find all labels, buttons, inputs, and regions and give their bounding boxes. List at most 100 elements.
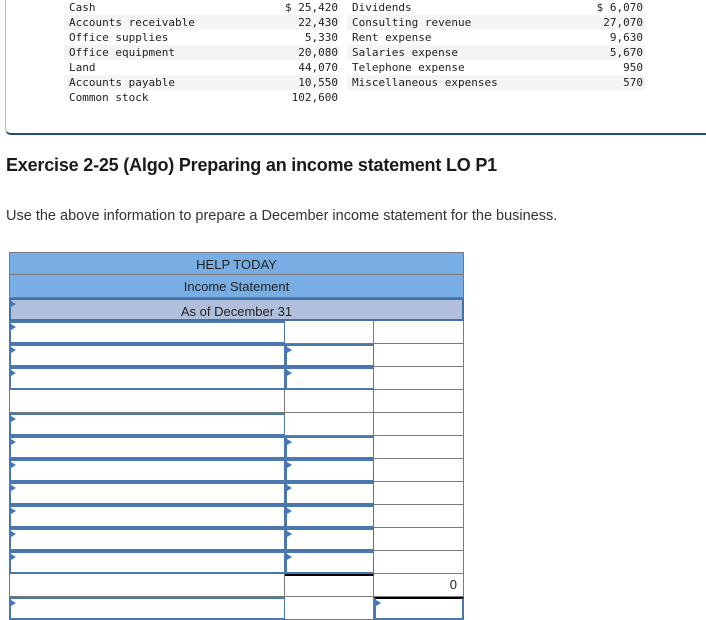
amount-input[interactable] [285, 459, 375, 482]
account-row: Consulting revenue 27,070 [347, 15, 645, 30]
account-row: Common stock 102,600 [64, 90, 340, 105]
table-row [9, 413, 464, 436]
account-row: Salaries expense 5,670 [347, 45, 645, 60]
account-name-select[interactable] [9, 436, 286, 459]
account-row: Rent expense 9,630 [347, 30, 645, 45]
account-value: 27,070 [603, 16, 643, 29]
account-row: Telephone expense 950 [347, 60, 645, 75]
account-name-select[interactable] [9, 459, 286, 482]
amount-input[interactable] [285, 528, 375, 551]
total-cell [374, 390, 464, 413]
table-row [9, 551, 464, 574]
table-row [9, 459, 464, 482]
dropdown-marker-icon [11, 324, 16, 330]
account-info-box: Cash $ 25,420 Accounts receivable 22,430 O… [5, 0, 706, 135]
account-name-select[interactable] [9, 597, 286, 620]
total-cell [374, 344, 464, 367]
total-input[interactable] [374, 597, 464, 620]
total-cell [374, 459, 464, 482]
accounts-table-left: Cash $ 25,420 Accounts receivable 22,430 O… [64, 0, 340, 105]
account-row: Accounts payable 10,550 [64, 75, 340, 90]
label-cell [9, 574, 285, 597]
account-name-select[interactable] [9, 321, 286, 344]
account-row: Office supplies 5,330 [64, 30, 340, 45]
input-marker-icon [287, 439, 292, 445]
account-name-select[interactable] [9, 528, 286, 551]
account-value: $ 25,420 [285, 1, 338, 14]
amount-cell [285, 321, 374, 344]
input-marker-icon [287, 462, 292, 468]
account-label: Miscellaneous expenses [352, 76, 498, 89]
account-name-select[interactable] [9, 482, 286, 505]
account-value: 5,330 [304, 31, 338, 44]
account-value: 44,070 [298, 61, 338, 74]
account-name-select[interactable] [9, 344, 286, 367]
account-value: 22,430 [298, 16, 338, 29]
table-row [9, 321, 464, 344]
account-label: Rent expense [352, 31, 432, 44]
table-row [9, 436, 464, 459]
account-label: Common stock [69, 91, 149, 104]
statement-period-select[interactable]: As of December 31 [9, 298, 464, 321]
account-value: 10,550 [298, 76, 338, 89]
amount-cell [285, 597, 374, 620]
table-row [9, 390, 464, 413]
total-cell [374, 551, 464, 574]
dropdown-marker-icon [11, 462, 16, 468]
account-value: 5,670 [609, 46, 643, 59]
total-cell [374, 321, 464, 344]
account-label: Salaries expense [352, 46, 458, 59]
account-label: Dividends [352, 1, 412, 14]
total-cell [374, 367, 464, 390]
exercise-instructions: Use the above information to prepare a D… [6, 208, 558, 224]
amount-input[interactable] [285, 551, 375, 574]
total-cell [374, 482, 464, 505]
account-label: Accounts payable [69, 76, 175, 89]
statement-company-header: HELP TODAY [9, 252, 464, 275]
account-row: Cash $ 25,420 [64, 0, 340, 15]
amount-cell [285, 574, 374, 597]
amount-input[interactable] [285, 436, 375, 459]
income-statement-table: HELP TODAY Income Statement As of Decemb… [9, 252, 464, 620]
dropdown-marker-icon [11, 347, 16, 353]
dropdown-marker-icon [11, 554, 16, 560]
account-row: Accounts receivable 22,430 [64, 15, 340, 30]
input-marker-icon [287, 485, 292, 491]
dropdown-marker-icon [11, 485, 16, 491]
input-marker-icon [287, 531, 292, 537]
dropdown-marker-icon [11, 439, 16, 445]
account-name-select[interactable] [9, 367, 286, 390]
exercise-title: Exercise 2-25 (Algo) Preparing an income… [6, 155, 497, 175]
amount-input[interactable] [285, 505, 375, 528]
dropdown-marker-icon [11, 301, 16, 307]
table-row [9, 482, 464, 505]
amount-input[interactable] [285, 482, 375, 505]
total-cell [374, 436, 464, 459]
input-marker-icon [287, 554, 292, 560]
account-name-select[interactable] [9, 505, 286, 528]
account-row: Dividends $ 6,070 [347, 0, 645, 15]
amount-cell [285, 413, 374, 436]
account-value: 20,080 [298, 46, 338, 59]
account-name-select[interactable] [9, 413, 286, 436]
dropdown-marker-icon [11, 370, 16, 376]
account-label: Office equipment [69, 46, 175, 59]
account-name-select[interactable] [9, 551, 286, 574]
input-marker-icon [376, 600, 381, 606]
total-cell [374, 505, 464, 528]
table-row [9, 528, 464, 551]
account-value: 102,600 [291, 91, 338, 104]
account-row: Miscellaneous expenses 570 [347, 75, 645, 90]
account-row: Office equipment 20,080 [64, 45, 340, 60]
amount-input[interactable] [285, 367, 375, 390]
account-value: $ 6,070 [596, 1, 643, 14]
label-cell [9, 390, 285, 413]
statement-period-label: As of December 31 [180, 304, 293, 319]
table-row [9, 505, 464, 528]
account-value: 570 [623, 76, 643, 89]
statement-title-header: Income Statement [9, 275, 464, 298]
account-row: Land 44,070 [64, 60, 340, 75]
amount-cell [285, 390, 374, 413]
table-row: 0 [9, 574, 464, 597]
amount-input[interactable] [285, 344, 375, 367]
